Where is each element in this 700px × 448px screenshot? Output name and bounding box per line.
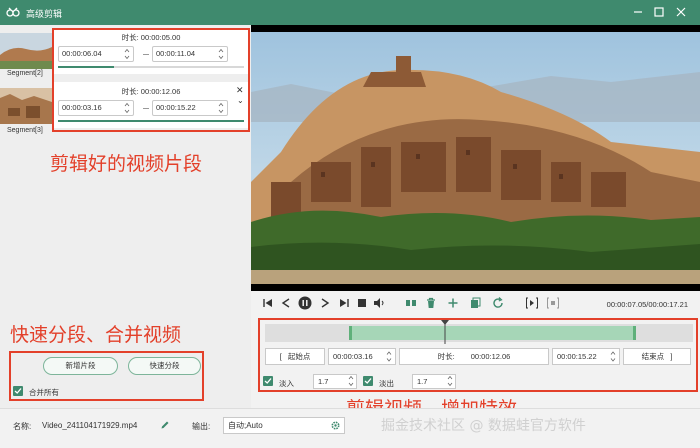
prev-frame-icon[interactable] (279, 296, 293, 310)
segment-thumbnail[interactable] (0, 88, 52, 124)
skip-end-icon[interactable] (337, 296, 351, 310)
add-icon[interactable] (446, 296, 460, 310)
quick-split-button[interactable]: 快速分段 (128, 357, 201, 375)
annotation-segments: 剪辑好的视频片段 (50, 153, 203, 175)
volume-icon[interactable] (372, 296, 386, 310)
reset-icon[interactable] (491, 296, 505, 310)
merge-all-checkbox[interactable] (13, 386, 23, 396)
maximize-icon[interactable] (651, 4, 667, 20)
video-preview[interactable] (251, 25, 700, 291)
player-controls: 00:00:07.05/00:00:17.21 (251, 291, 700, 316)
mark-out-icon[interactable] (546, 296, 560, 310)
bottom-bar: 名称: Video_241104171929.mp4 输出: 自动;Auto 掘… (0, 408, 700, 448)
minimize-icon[interactable] (630, 4, 646, 20)
delete-icon[interactable] (424, 296, 438, 310)
merge-all-label: 合并所有 (29, 388, 59, 397)
annotation-box (52, 28, 250, 132)
output-label: 输出: (192, 422, 211, 431)
annotation-box (258, 318, 698, 392)
output-select[interactable]: 自动;Auto (223, 417, 345, 434)
filename: Video_241104171929.mp4 (42, 421, 138, 430)
segment-label: Segment[2] (7, 70, 43, 77)
skip-start-icon[interactable] (261, 296, 275, 310)
video-frame (251, 32, 700, 284)
annotation-split-merge: 快速分段、合并视频 (10, 324, 182, 346)
close-icon[interactable] (673, 4, 689, 20)
segment-thumbnail[interactable] (0, 33, 52, 69)
settings-icon[interactable] (331, 421, 340, 430)
trim-editor: [ 起始点 00:00:03.16 时长: 00:00:12.06 00:00:1… (251, 316, 700, 392)
title-bar: 高级剪辑 (0, 0, 700, 25)
playback-timecode: 00:00:07.05/00:00:17.21 (606, 300, 688, 309)
app-logo-icon (6, 7, 20, 17)
next-frame-icon[interactable] (318, 296, 332, 310)
window-title: 高级剪辑 (26, 9, 63, 19)
segment-label: Segment[3] (7, 127, 43, 134)
new-segment-button[interactable]: 新增片段 (43, 357, 118, 375)
name-label: 名称: (13, 422, 32, 431)
stop-icon[interactable] (355, 296, 369, 310)
segment-panel: Segment[2] 时长: 00:00:05.00 00:00:06.04 0… (0, 25, 251, 408)
watermark: 掘金技术社区 @ 数据蛙官方软件 (381, 418, 586, 434)
pause-icon[interactable] (298, 296, 312, 310)
edit-name-icon[interactable] (160, 420, 170, 430)
check-icon (14, 388, 22, 394)
copy-icon[interactable] (468, 296, 482, 310)
split-icon[interactable] (404, 296, 418, 310)
mark-in-icon[interactable] (525, 296, 539, 310)
